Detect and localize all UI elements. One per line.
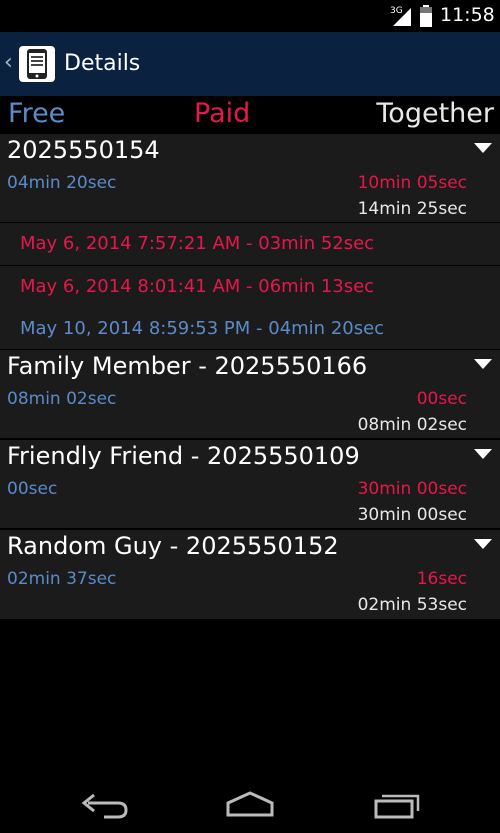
back-chevron-icon[interactable]: ‹ xyxy=(4,50,13,75)
clock: 11:58 xyxy=(440,4,495,26)
call-record[interactable]: May 6, 2014 7:57:21 AM - 03min 52sec xyxy=(0,223,500,265)
call-record-text: May 6, 2014 7:57:21 AM - 03min 52sec xyxy=(20,233,375,254)
app-logo-icon[interactable] xyxy=(18,45,56,83)
call-record-text: May 6, 2014 8:01:41 AM - 06min 13sec xyxy=(20,276,375,297)
expand-arrow-icon[interactable] xyxy=(474,539,492,549)
total-duration: 02min 53sec xyxy=(357,595,467,615)
free-duration: 02min 37sec xyxy=(7,569,117,589)
battery-icon xyxy=(420,5,432,27)
recent-apps-icon[interactable] xyxy=(366,787,426,823)
paid-duration: 00sec xyxy=(416,389,467,409)
action-bar: ‹ Details xyxy=(0,32,500,96)
contact-title: Random Guy - 2025550152 xyxy=(7,532,339,560)
expand-arrow-icon[interactable] xyxy=(474,449,492,459)
contact-group[interactable]: Random Guy - 2025550152 02min 37sec 16se… xyxy=(0,530,500,619)
paid-duration: 30min 00sec xyxy=(357,479,467,499)
total-duration: 14min 25sec xyxy=(357,199,467,219)
column-headers: Free Paid Together xyxy=(0,96,500,134)
total-duration: 08min 02sec xyxy=(357,415,467,435)
contact-group[interactable]: 2025550154 04min 20sec 10min 05sec 14min… xyxy=(0,134,500,222)
home-icon[interactable] xyxy=(220,787,280,823)
contact-group[interactable]: Family Member - 2025550166 08min 02sec 0… xyxy=(0,350,500,438)
total-duration: 30min 00sec xyxy=(357,505,467,525)
paid-duration: 10min 05sec xyxy=(357,173,467,193)
contact-group[interactable]: Friendly Friend - 2025550109 00sec 30min… xyxy=(0,440,500,528)
free-duration: 00sec xyxy=(7,479,58,499)
expand-arrow-icon[interactable] xyxy=(474,143,492,153)
free-duration: 04min 20sec xyxy=(7,173,117,193)
free-duration: 08min 02sec xyxy=(7,389,117,409)
free-header: Free xyxy=(8,98,66,129)
paid-duration: 16sec xyxy=(416,569,467,589)
contact-title: Family Member - 2025550166 xyxy=(7,352,368,380)
call-record-text: May 10, 2014 8:59:53 PM - 04min 20sec xyxy=(20,318,385,339)
call-record[interactable]: May 6, 2014 8:01:41 AM - 06min 13sec xyxy=(0,266,500,308)
paid-header: Paid xyxy=(194,98,251,129)
contact-title: Friendly Friend - 2025550109 xyxy=(7,442,360,470)
navigation-bar xyxy=(0,775,500,833)
contact-title: 2025550154 xyxy=(7,136,160,164)
back-icon[interactable] xyxy=(74,787,134,823)
together-header: Together xyxy=(376,98,494,129)
signal-icon xyxy=(393,8,411,26)
page-title: Details xyxy=(64,51,141,76)
status-bar: 3G 11:58 xyxy=(0,0,500,32)
expand-arrow-icon[interactable] xyxy=(474,359,492,369)
call-record[interactable]: May 10, 2014 8:59:53 PM - 04min 20sec xyxy=(0,308,500,349)
